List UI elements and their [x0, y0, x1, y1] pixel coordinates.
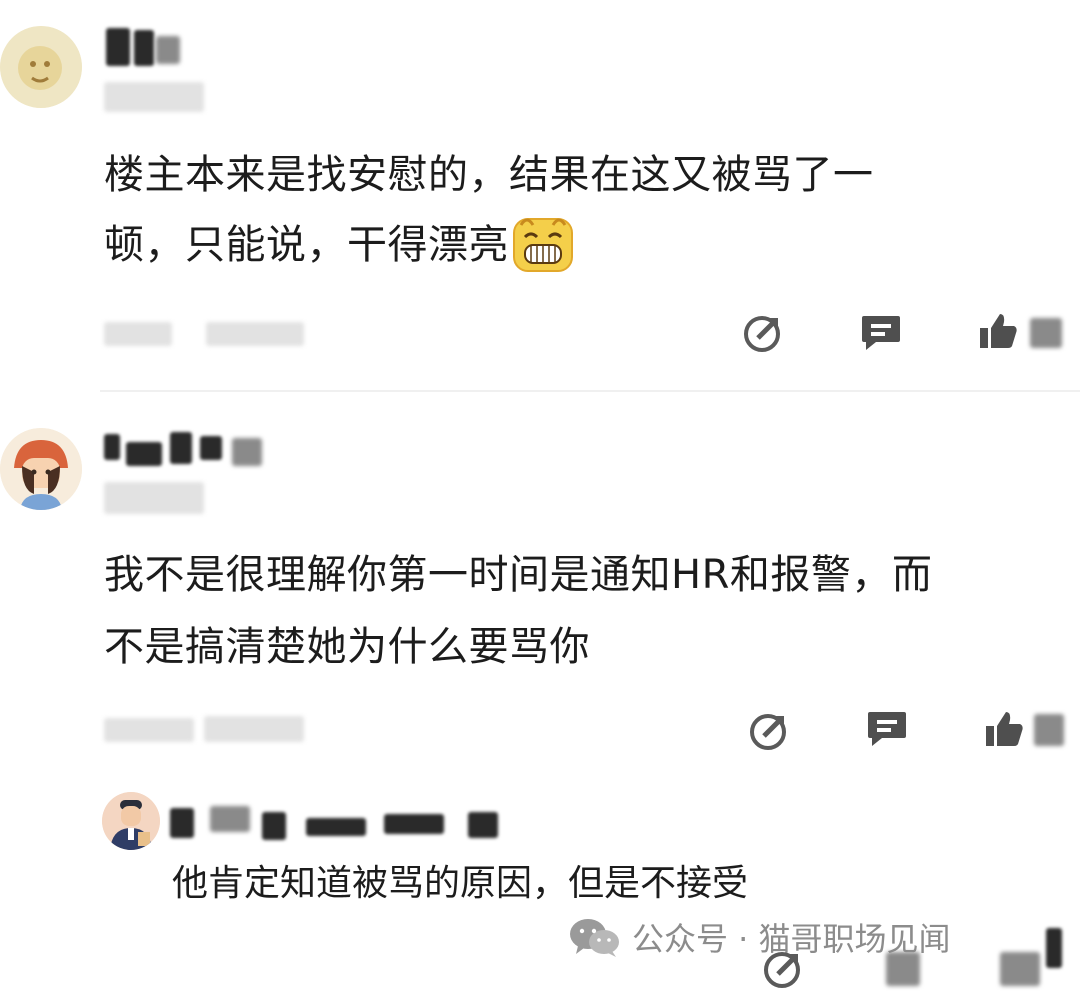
avatar[interactable] — [0, 26, 82, 108]
avatar[interactable] — [102, 792, 160, 850]
comment-text: 顿，只能说，干得漂亮 — [104, 210, 575, 280]
grin-emoji-icon — [511, 213, 575, 273]
divider — [100, 390, 1080, 392]
comment-text-line: 我不是很理解你第一时间是通知HR和报警，而 — [104, 552, 933, 598]
comment-text-line: 楼主本来是找安慰的，结果在这又被骂了一 — [104, 152, 874, 198]
avatar-image — [0, 26, 82, 108]
like-count — [1046, 928, 1062, 968]
thumbs-up-icon[interactable] — [984, 706, 1028, 750]
comment-text-line: 不是搞清楚她为什么要骂你 — [104, 624, 590, 670]
avatar[interactable] — [0, 428, 82, 510]
share-icon[interactable] — [748, 708, 792, 752]
avatar-image — [102, 792, 160, 850]
comment-icon[interactable] — [886, 952, 920, 986]
wechat-icon — [568, 916, 622, 958]
comment-text: 我不是很理解你第一时间是通知HR和报警，而 — [104, 540, 932, 610]
comment-text: 楼主本来是找安慰的，结果在这又被骂了一 — [104, 140, 874, 210]
comment-icon[interactable] — [866, 706, 910, 750]
comment-text-line: 顿，只能说，干得漂亮 — [104, 222, 509, 268]
share-icon[interactable] — [762, 946, 806, 990]
reply-text-line: 他肯定知道被骂的原因，但是不接受 — [172, 863, 749, 904]
thumbs-up-icon[interactable] — [978, 308, 1022, 352]
comment-text: 不是搞清楚她为什么要骂你 — [104, 612, 590, 682]
avatar-image — [0, 428, 82, 510]
share-icon[interactable] — [742, 310, 786, 354]
comment-icon[interactable] — [860, 310, 904, 354]
thumbs-up-icon[interactable] — [1000, 952, 1040, 986]
reply-text: 他肯定知道被骂的原因，但是不接受 — [172, 860, 748, 908]
